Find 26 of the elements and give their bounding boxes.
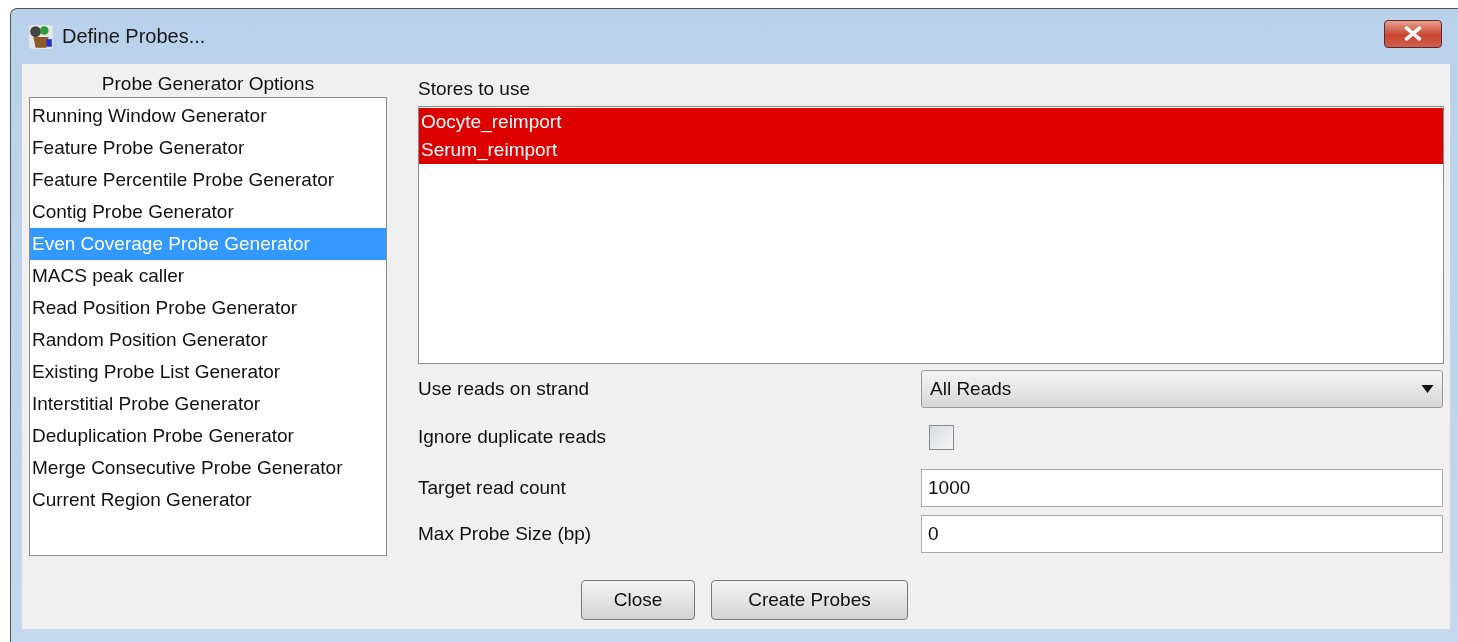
list-item[interactable]: Random Position Generator: [30, 324, 386, 356]
create-probes-button[interactable]: Create Probes: [711, 580, 908, 620]
list-item[interactable]: Read Position Probe Generator: [30, 292, 386, 324]
list-item[interactable]: Feature Percentile Probe Generator: [30, 164, 386, 196]
field-label: Max Probe Size (bp): [418, 523, 593, 545]
input-field[interactable]: 1000: [921, 469, 1443, 507]
list-item[interactable]: Feature Probe Generator: [30, 132, 386, 164]
list-item[interactable]: Interstitial Probe Generator: [30, 388, 386, 420]
close-button[interactable]: Close: [581, 580, 695, 620]
field-label: Target read count: [418, 477, 567, 499]
dropdown[interactable]: All Reads: [921, 370, 1443, 408]
list-item[interactable]: Running Window Generator: [30, 100, 386, 132]
list-item[interactable]: Existing Probe List Generator: [30, 356, 386, 388]
list-item[interactable]: Current Region Generator: [30, 484, 386, 516]
input-field[interactable]: 0: [921, 515, 1443, 553]
list-item[interactable]: Merge Consecutive Probe Generator: [30, 452, 386, 484]
window-title: Define Probes...: [62, 25, 207, 48]
field-label: Use reads on strand: [418, 378, 591, 400]
list-item[interactable]: MACS peak caller: [30, 260, 386, 292]
panel-heading: Probe Generator Options: [101, 72, 315, 96]
list-item[interactable]: Oocyte_reimport: [419, 108, 1443, 136]
list-item[interactable]: Deduplication Probe Generator: [30, 420, 386, 452]
field-label: Ignore duplicate reads: [418, 426, 607, 448]
panel-heading: Stores to use: [418, 77, 530, 100]
list-item[interactable]: Serum_reimport: [419, 136, 1443, 164]
list-item[interactable]: Contig Probe Generator: [30, 196, 386, 228]
